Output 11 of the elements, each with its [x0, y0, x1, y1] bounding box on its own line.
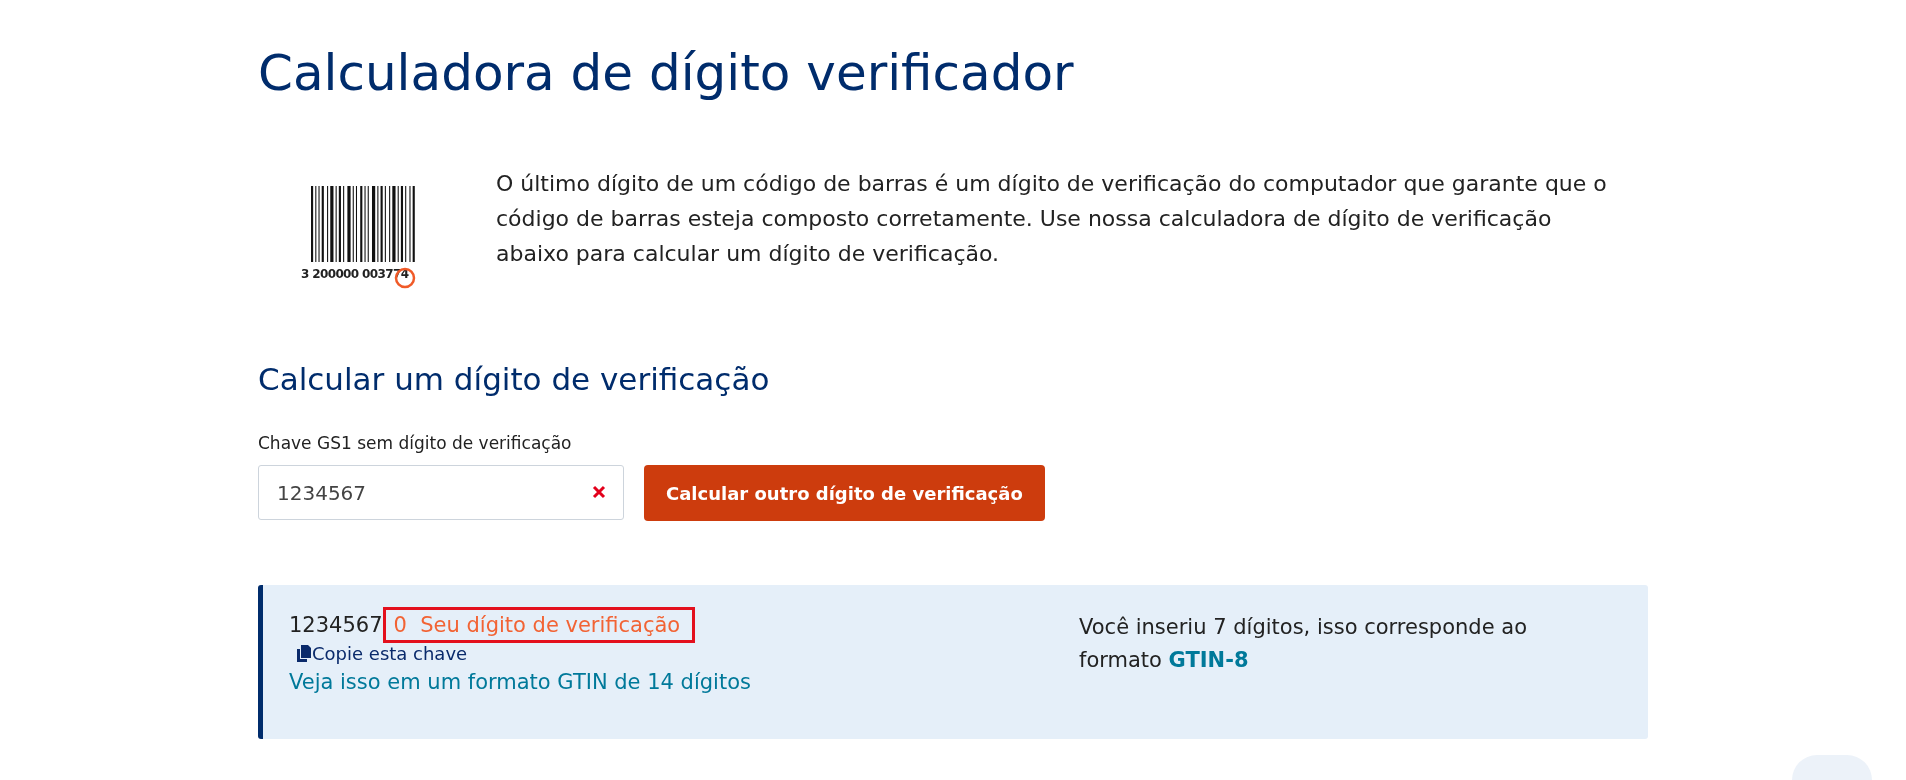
check-digit-result: 0 Seu dígito de verificação — [382, 607, 696, 643]
section-heading: Calcular um dígito de verificação — [258, 361, 771, 397]
page-title: Calculadora de dígito verificador — [258, 44, 1075, 102]
gtin14-link[interactable]: Veja isso em um formato GTIN de 14 dígitos — [289, 670, 751, 694]
gs1-key-input-field[interactable]: 1234567 — [258, 465, 624, 520]
format-info: Você inseriu 7 dígitos, isso corresponde ao formato GTIN-8 — [1079, 614, 1528, 674]
calculate-button[interactable]: Calcular outro dígito de verificação — [644, 465, 1045, 521]
copy-key-link[interactable]: Copie esta chave — [297, 643, 468, 664]
entered-key: 1234567 — [289, 613, 383, 637]
intro-paragraph: O último dígito de um código de barras é um dígito de verificação do computador que garante que o código de barras esteja composto corretamente. Use nossa calculadora de dígito de verificação abaixo para calcular um dígito de verificação. — [496, 170, 1608, 268]
field-label: Chave GS1 sem dígito de verificação — [258, 433, 573, 453]
